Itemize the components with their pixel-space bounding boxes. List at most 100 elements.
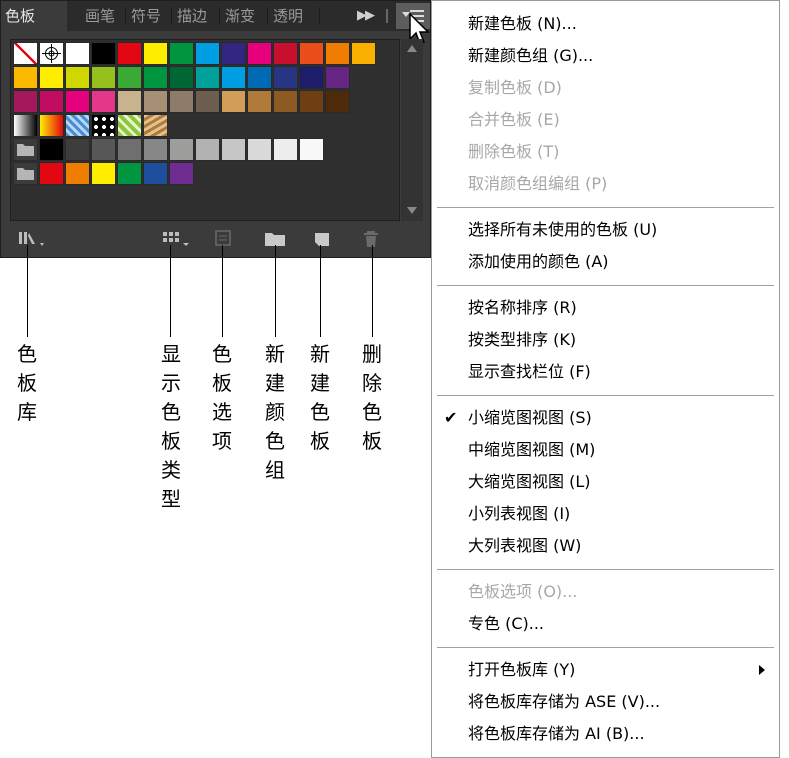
tab-separator	[219, 7, 220, 25]
color-swatch[interactable]	[169, 66, 194, 89]
swatches-panel: 色板 画笔 符号 描边 渐变 透明 ▶▶	[0, 0, 431, 258]
collapse-arrows-icon[interactable]: ▶▶	[357, 1, 375, 31]
color-swatch[interactable]	[65, 138, 90, 161]
menu-item[interactable]: 大缩览图视图 (L)	[468, 467, 591, 497]
menu-item: 取消颜色组编组 (P)	[468, 174, 608, 193]
color-swatch[interactable]	[169, 42, 194, 65]
menu-item[interactable]: 打开色板库 (Y)	[468, 655, 575, 685]
color-swatch[interactable]	[195, 66, 220, 89]
swatch-kind-icon[interactable]	[161, 229, 193, 249]
color-swatch[interactable]	[247, 66, 272, 89]
color-swatch[interactable]	[143, 138, 168, 161]
menu-item[interactable]: 按名称排序 (R)	[468, 293, 577, 323]
menu-item[interactable]: 新建色板 (N)...	[468, 9, 577, 39]
color-swatch[interactable]	[65, 90, 90, 113]
color-swatch[interactable]	[299, 66, 324, 89]
swatch-options-icon[interactable]	[213, 229, 235, 249]
tab-gradient[interactable]: 渐变	[221, 1, 263, 31]
color-swatch[interactable]	[13, 66, 38, 89]
color-swatch[interactable]	[299, 138, 324, 161]
tab-stroke[interactable]: 描边	[173, 1, 215, 31]
color-swatch[interactable]	[91, 162, 116, 185]
swatch-gradient[interactable]	[13, 114, 38, 137]
color-swatch[interactable]	[273, 138, 298, 161]
color-swatch[interactable]	[169, 162, 194, 185]
color-swatch[interactable]	[39, 138, 64, 161]
color-swatch[interactable]	[117, 90, 142, 113]
menu-item[interactable]: 选择所有未使用的色板 (U)	[468, 215, 657, 245]
color-swatch[interactable]	[325, 42, 350, 65]
color-swatch[interactable]	[117, 162, 142, 185]
color-swatch[interactable]	[221, 138, 246, 161]
color-swatch[interactable]	[117, 66, 142, 89]
swatch-pattern[interactable]	[91, 114, 116, 137]
color-swatch[interactable]	[299, 90, 324, 113]
menu-item[interactable]: 添加使用的颜色 (A)	[468, 247, 609, 277]
tab-brushes[interactable]: 画笔	[81, 1, 121, 31]
color-swatch[interactable]	[299, 42, 324, 65]
color-swatch[interactable]	[39, 66, 64, 89]
scroll-up-icon[interactable]	[407, 45, 417, 52]
color-swatch[interactable]	[273, 90, 298, 113]
menu-item[interactable]: 将色板库存储为 ASE (V)...	[468, 687, 660, 717]
color-swatch[interactable]	[247, 90, 272, 113]
swatch-none[interactable]	[13, 42, 38, 65]
menu-item[interactable]: 专色 (C)...	[468, 609, 544, 639]
color-swatch[interactable]	[195, 138, 220, 161]
swatch-pattern[interactable]	[117, 114, 142, 137]
color-swatch[interactable]	[247, 42, 272, 65]
color-swatch[interactable]	[91, 42, 116, 65]
tab-swatches[interactable]: 色板	[1, 1, 67, 31]
swatch-gradient[interactable]	[39, 114, 64, 137]
menu-item[interactable]: 小缩览图视图 (S)	[468, 403, 592, 433]
color-swatch[interactable]	[247, 138, 272, 161]
menu-separator	[437, 285, 774, 286]
color-swatch[interactable]	[143, 42, 168, 65]
swatch-pattern[interactable]	[65, 114, 90, 137]
color-swatch[interactable]	[65, 66, 90, 89]
scrollbar[interactable]	[401, 39, 423, 221]
tab-transparency[interactable]: 透明	[269, 1, 315, 31]
color-swatch[interactable]	[91, 90, 116, 113]
scroll-down-icon[interactable]	[407, 207, 417, 214]
color-swatch[interactable]	[65, 42, 90, 65]
color-swatch[interactable]	[221, 66, 246, 89]
color-swatch[interactable]	[65, 162, 90, 185]
color-swatch[interactable]	[195, 42, 220, 65]
color-swatch[interactable]	[13, 90, 38, 113]
color-swatch[interactable]	[91, 66, 116, 89]
swatch-registration[interactable]	[39, 42, 64, 65]
menu-item[interactable]: 中缩览图视图 (M)	[468, 435, 595, 465]
menu-separator	[437, 569, 774, 570]
color-swatch[interactable]	[221, 42, 246, 65]
swatch-library-icon[interactable]	[17, 229, 53, 249]
color-swatch[interactable]	[273, 42, 298, 65]
color-swatch[interactable]	[143, 162, 168, 185]
color-swatch[interactable]	[39, 90, 64, 113]
color-swatch[interactable]	[325, 90, 350, 113]
callout-new-swatch: 新建色板	[310, 342, 330, 453]
color-swatch[interactable]	[169, 138, 194, 161]
color-swatch[interactable]	[195, 90, 220, 113]
color-swatch[interactable]	[39, 162, 64, 185]
tab-symbols[interactable]: 符号	[127, 1, 167, 31]
swatch-pattern[interactable]	[143, 114, 168, 137]
color-swatch[interactable]	[117, 138, 142, 161]
color-swatch[interactable]	[143, 66, 168, 89]
menu-item[interactable]: 大列表视图 (W)	[468, 531, 581, 561]
new-swatch-icon[interactable]	[311, 229, 333, 249]
menu-item[interactable]: 新建颜色组 (G)...	[468, 41, 593, 71]
tab-separator	[171, 7, 172, 25]
menu-item[interactable]: 小列表视图 (I)	[468, 499, 570, 529]
color-swatch[interactable]	[273, 66, 298, 89]
menu-item[interactable]: 显示查找栏位 (F)	[468, 357, 591, 387]
color-swatch[interactable]	[143, 90, 168, 113]
menu-item[interactable]: 按类型排序 (K)	[468, 325, 576, 355]
color-swatch[interactable]	[91, 138, 116, 161]
color-swatch[interactable]	[117, 42, 142, 65]
color-swatch[interactable]	[169, 90, 194, 113]
menu-item[interactable]: 将色板库存储为 AI (B)...	[468, 719, 645, 749]
color-swatch[interactable]	[221, 90, 246, 113]
color-swatch[interactable]	[325, 66, 350, 89]
color-swatch[interactable]	[351, 42, 376, 65]
